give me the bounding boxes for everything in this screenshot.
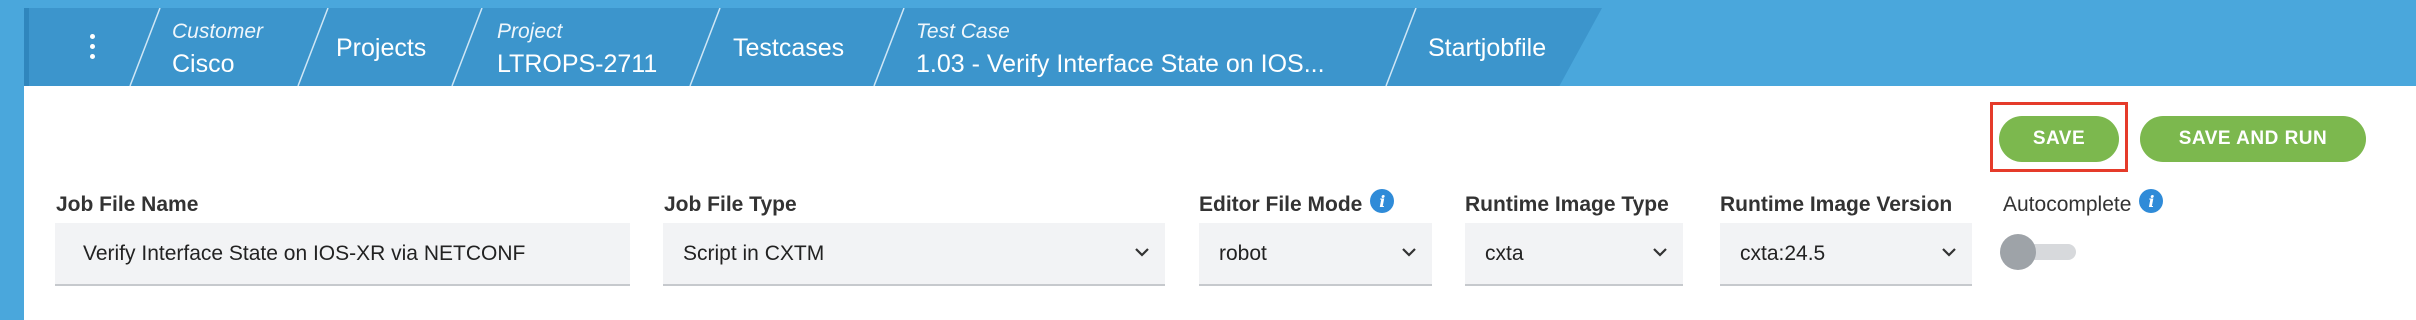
breadcrumb-separator [451, 8, 483, 86]
breadcrumb-separator [1385, 8, 1417, 86]
chevron-down-icon [1135, 248, 1149, 257]
breadcrumb-separator [689, 8, 721, 86]
job-file-name-value: Verify Interface State on IOS-XR via NET… [83, 241, 526, 265]
breadcrumb-test-case-key: Test Case [916, 20, 1010, 43]
save-and-run-button[interactable]: SAVE AND RUN [2140, 116, 2366, 162]
runtime-image-type-label: Runtime Image Type [1465, 193, 1669, 217]
runtime-image-version-select[interactable]: cxta:24.5 [1720, 223, 1972, 286]
info-icon[interactable]: i [1370, 189, 1395, 213]
breadcrumb-separator [873, 8, 905, 86]
breadcrumb-customer-value: Cisco [172, 50, 235, 78]
chevron-down-icon [1653, 248, 1667, 257]
editor-file-mode-label: Editor File Mode i [1199, 189, 1395, 217]
job-file-type-label: Job File Type [664, 193, 797, 217]
runtime-image-version-label-text: Runtime Image Version [1720, 193, 1953, 216]
autocomplete-toggle[interactable] [2000, 234, 2080, 270]
breadcrumb-projects-label: Projects [336, 34, 427, 62]
editor-file-mode-select[interactable]: robot [1199, 223, 1432, 286]
runtime-image-type-value: cxta [1485, 241, 1524, 265]
editor-file-mode-label-text: Editor File Mode [1199, 193, 1363, 216]
breadcrumb-bar: Customer Cisco Projects Project LTROPS-2… [0, 0, 2416, 86]
autocomplete-label: Autocomplete i [2003, 189, 2164, 217]
chevron-down-icon [1942, 248, 1956, 257]
chevron-down-icon [1402, 248, 1416, 257]
runtime-image-type-label-text: Runtime Image Type [1465, 193, 1669, 216]
save-button-highlight [1990, 102, 2128, 172]
job-file-type-value: Script in CXTM [683, 241, 825, 265]
more-vertical-icon[interactable] [82, 28, 102, 64]
breadcrumb-startjobfile-label: Startjobfile [1428, 34, 1547, 62]
breadcrumb-separator [297, 8, 329, 86]
runtime-image-version-value: cxta:24.5 [1740, 241, 1826, 265]
info-icon[interactable]: i [2139, 189, 2164, 213]
breadcrumb-testcases-label: Testcases [733, 34, 845, 62]
breadcrumb-separator [129, 8, 161, 86]
editor-file-mode-value: robot [1219, 241, 1267, 265]
autocomplete-label-text: Autocomplete [2003, 193, 2132, 216]
job-file-name-label: Job File Name [56, 193, 198, 217]
breadcrumb-panel-edge [24, 8, 29, 86]
breadcrumb-project-value: LTROPS-2711 [497, 50, 658, 78]
job-file-type-label-text: Job File Type [664, 193, 797, 216]
job-file-name-input[interactable]: Verify Interface State on IOS-XR via NET… [55, 223, 630, 286]
breadcrumb-customer-key: Customer [172, 20, 264, 43]
runtime-image-type-select[interactable]: cxta [1465, 223, 1683, 286]
breadcrumb-project-key: Project [497, 20, 563, 43]
runtime-image-version-label: Runtime Image Version [1720, 193, 1952, 217]
job-file-type-select[interactable]: Script in CXTM [663, 223, 1165, 286]
breadcrumb-test-case-value: 1.03 - Verify Interface State on IOS... [916, 50, 1325, 78]
job-file-name-label-text: Job File Name [56, 193, 199, 216]
autocomplete-toggle-knob [2000, 234, 2036, 270]
